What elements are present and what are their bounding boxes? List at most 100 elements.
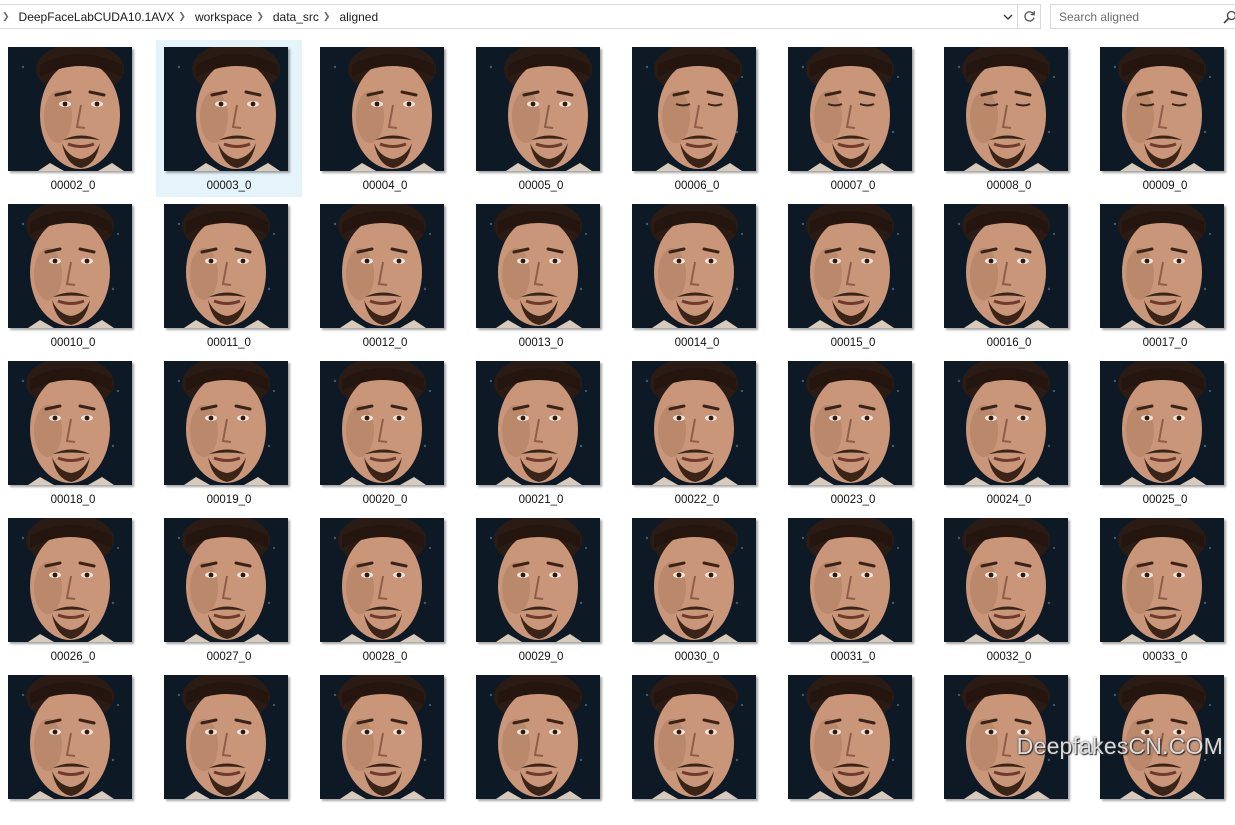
file-tile[interactable]: 00006_0 — [624, 40, 770, 197]
face-thumbnail — [164, 204, 288, 328]
file-name-label: 00018_0 — [0, 494, 146, 506]
face-thumbnail — [788, 361, 912, 485]
face-image — [476, 204, 600, 328]
file-tile[interactable]: 00031_0 — [780, 511, 926, 668]
file-tile[interactable]: 00029_0 — [468, 511, 614, 668]
file-tile[interactable] — [780, 668, 926, 825]
file-tile[interactable]: 00026_0 — [0, 511, 146, 668]
file-tile[interactable]: 00019_0 — [156, 354, 302, 511]
face-thumbnail — [788, 204, 912, 328]
file-name-label: 00032_0 — [936, 651, 1082, 663]
file-tile[interactable] — [312, 668, 458, 825]
file-tile[interactable] — [0, 668, 146, 825]
face-thumbnail — [944, 361, 1068, 485]
face-thumbnail — [632, 47, 756, 171]
file-name-label: 00027_0 — [156, 651, 302, 663]
file-tile[interactable]: 00028_0 — [312, 511, 458, 668]
file-tile[interactable]: 00017_0 — [1092, 197, 1235, 354]
chevron-right-icon[interactable]: ❯ — [323, 11, 331, 22]
breadcrumb-item[interactable]: workspace — [195, 10, 252, 24]
face-image — [1100, 361, 1224, 485]
face-image — [476, 361, 600, 485]
breadcrumb-item[interactable]: data_src — [273, 10, 319, 24]
chevron-right-icon[interactable]: ❯ — [178, 11, 186, 22]
file-name-label: 00021_0 — [468, 494, 614, 506]
face-image — [164, 518, 288, 642]
file-tile[interactable]: 00024_0 — [936, 354, 1082, 511]
face-image — [476, 675, 600, 799]
file-tile[interactable]: 00023_0 — [780, 354, 926, 511]
file-tile[interactable]: 00013_0 — [468, 197, 614, 354]
face-image — [164, 47, 288, 171]
file-tile[interactable]: 00018_0 — [0, 354, 146, 511]
file-tile[interactable]: 00002_0 — [0, 40, 146, 197]
search-input[interactable] — [1059, 10, 1209, 24]
search-box[interactable] — [1050, 4, 1235, 29]
face-thumbnail — [320, 361, 444, 485]
face-image — [476, 518, 600, 642]
face-thumbnail — [8, 361, 132, 485]
file-name-label: 00023_0 — [780, 494, 926, 506]
face-thumbnail — [476, 204, 600, 328]
file-tile[interactable]: 00008_0 — [936, 40, 1082, 197]
file-tile[interactable]: 00015_0 — [780, 197, 926, 354]
file-tile[interactable]: 00030_0 — [624, 511, 770, 668]
file-name-label: 00009_0 — [1092, 180, 1235, 192]
face-image — [164, 204, 288, 328]
file-tile[interactable]: 00011_0 — [156, 197, 302, 354]
address-bar[interactable]: ❯ DeepFaceLabCUDA10.1AVX ❯ workspace ❯ d… — [0, 4, 1041, 29]
face-thumbnail — [164, 47, 288, 171]
face-image — [8, 204, 132, 328]
face-thumbnail — [1100, 518, 1224, 642]
file-tile[interactable] — [468, 668, 614, 825]
file-tile[interactable] — [624, 668, 770, 825]
file-tile[interactable]: 00003_0 — [156, 40, 302, 197]
face-thumbnail — [476, 675, 600, 799]
file-tile[interactable]: 00025_0 — [1092, 354, 1235, 511]
face-image — [320, 675, 444, 799]
file-tile[interactable]: 00014_0 — [624, 197, 770, 354]
file-tile[interactable]: 00020_0 — [312, 354, 458, 511]
face-thumbnail — [476, 361, 600, 485]
file-name-label: 00004_0 — [312, 180, 458, 192]
file-tile[interactable]: 00009_0 — [1092, 40, 1235, 197]
file-tile[interactable] — [156, 668, 302, 825]
refresh-button[interactable] — [1017, 5, 1040, 28]
file-name-label: 00005_0 — [468, 180, 614, 192]
face-thumbnail — [164, 361, 288, 485]
face-thumbnail — [320, 518, 444, 642]
file-tile[interactable]: 00007_0 — [780, 40, 926, 197]
file-name-label: 00015_0 — [780, 337, 926, 349]
history-dropdown-button[interactable] — [999, 5, 1017, 28]
file-tile[interactable]: 00005_0 — [468, 40, 614, 197]
file-name-label: 00006_0 — [624, 180, 770, 192]
face-image — [8, 361, 132, 485]
chevron-right-icon[interactable]: ❯ — [256, 11, 264, 22]
breadcrumb-item[interactable]: aligned — [339, 10, 378, 24]
file-name-label: 00029_0 — [468, 651, 614, 663]
file-tile[interactable]: 00012_0 — [312, 197, 458, 354]
face-thumbnail — [320, 675, 444, 799]
face-thumbnail — [632, 675, 756, 799]
search-icon[interactable] — [1223, 10, 1235, 24]
face-thumbnail — [320, 47, 444, 171]
file-name-label: 00030_0 — [624, 651, 770, 663]
face-image — [8, 47, 132, 171]
file-tile[interactable]: 00033_0 — [1092, 511, 1235, 668]
face-image — [164, 675, 288, 799]
file-tile[interactable]: 00032_0 — [936, 511, 1082, 668]
file-tile[interactable]: 00016_0 — [936, 197, 1082, 354]
face-image — [788, 675, 912, 799]
file-tile[interactable]: 00021_0 — [468, 354, 614, 511]
breadcrumb-item[interactable]: DeepFaceLabCUDA10.1AVX — [19, 10, 175, 24]
face-image — [944, 361, 1068, 485]
file-name-label: 00020_0 — [312, 494, 458, 506]
file-tile[interactable]: 00004_0 — [312, 40, 458, 197]
face-image — [320, 47, 444, 171]
file-name-label: 00016_0 — [936, 337, 1082, 349]
file-tile[interactable]: 00010_0 — [0, 197, 146, 354]
face-image — [944, 204, 1068, 328]
file-name-label: 00007_0 — [780, 180, 926, 192]
file-tile[interactable]: 00022_0 — [624, 354, 770, 511]
file-tile[interactable]: 00027_0 — [156, 511, 302, 668]
